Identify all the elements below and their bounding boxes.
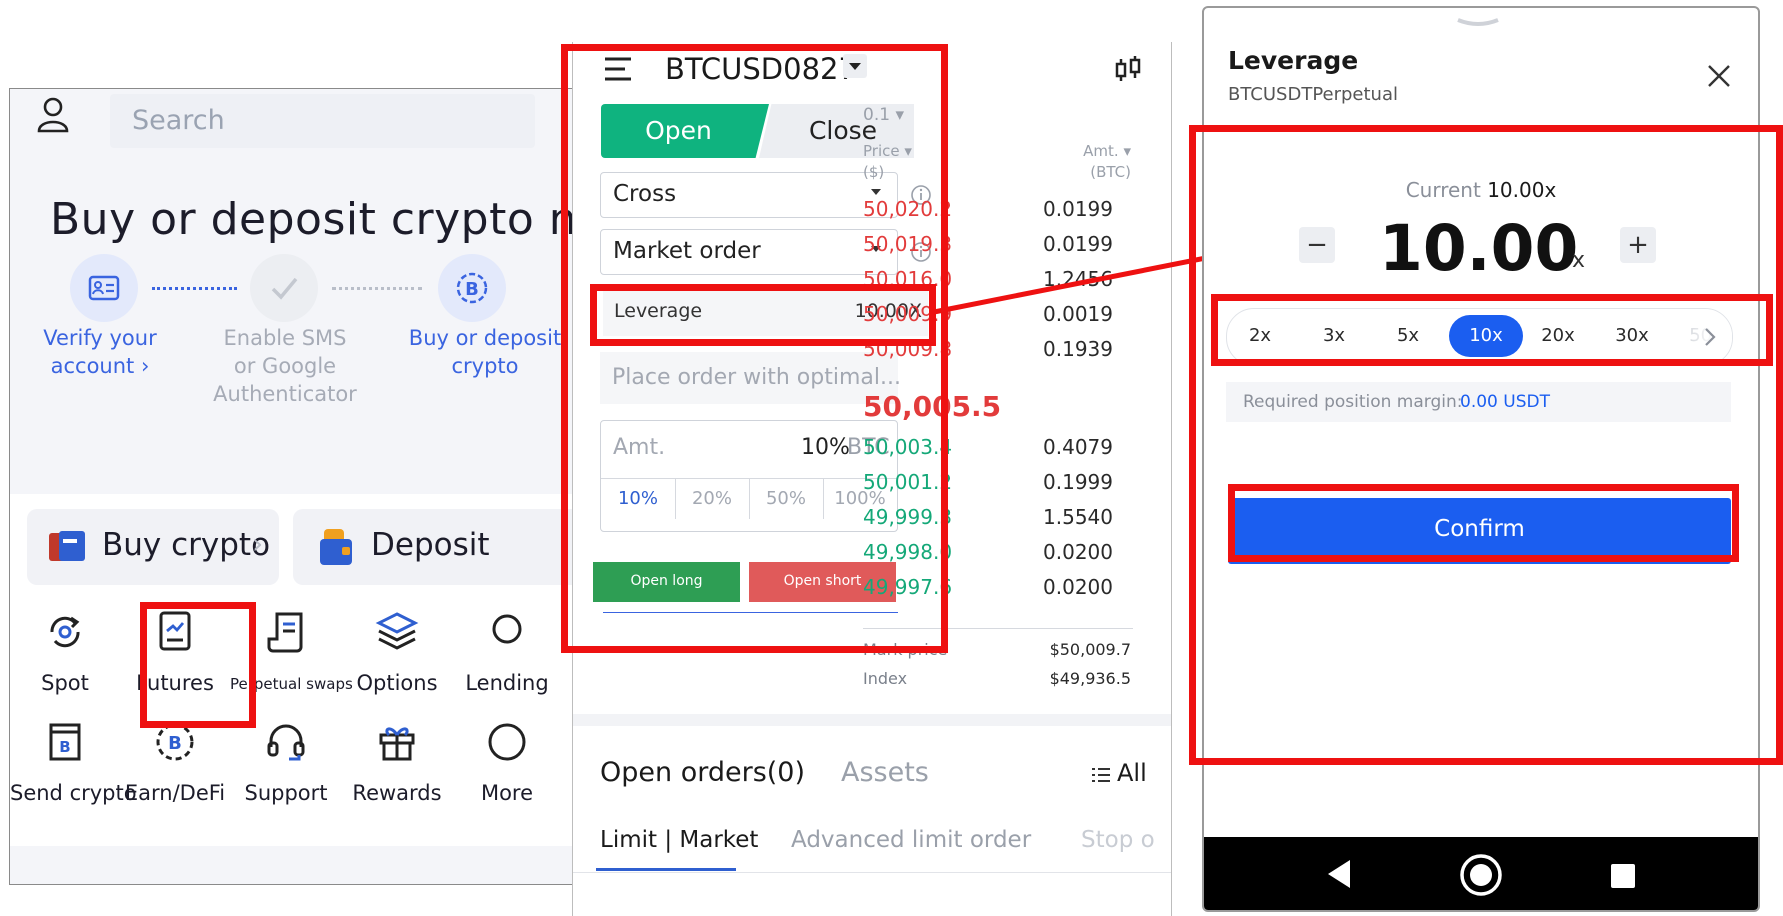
more-icon bbox=[488, 723, 526, 761]
android-nav-bar bbox=[1204, 837, 1758, 910]
earn-defi-shortcut[interactable]: B Earn/DeFi bbox=[120, 719, 230, 819]
search-input[interactable]: Search bbox=[110, 94, 535, 148]
home-lower-section: Buy crypto › Deposit Spot Futures Perpet… bbox=[10, 494, 578, 884]
home-screen: Search Buy or deposit crypto now B Verif… bbox=[9, 88, 579, 885]
more-shortcut[interactable]: More bbox=[452, 719, 562, 819]
spot-label: Spot bbox=[41, 671, 89, 695]
lending-icon bbox=[492, 614, 522, 644]
send-crypto-icon: B bbox=[49, 723, 81, 761]
support-label: Support bbox=[244, 781, 328, 805]
subtab-advanced-limit[interactable]: Advanced limit order bbox=[791, 827, 1031, 853]
svg-text:B: B bbox=[465, 279, 479, 300]
leverage-options-highlight bbox=[1211, 294, 1773, 366]
buy-deposit-label[interactable]: Buy or deposit crypto bbox=[400, 324, 570, 380]
leverage-highlight bbox=[590, 284, 936, 346]
enable-2fa-label: Enable SMS or Google Authenticator bbox=[213, 326, 357, 406]
bid-amount: 0.0200 bbox=[1043, 575, 1113, 599]
back-icon[interactable] bbox=[1324, 857, 1354, 891]
card-icon bbox=[47, 529, 87, 565]
spot-icon bbox=[50, 616, 80, 648]
buy-crypto-label: Buy crypto bbox=[102, 527, 271, 563]
earn-defi-label: Earn/DeFi bbox=[124, 781, 226, 805]
options-shortcut[interactable]: Options bbox=[342, 609, 452, 709]
headset-icon bbox=[267, 724, 305, 761]
candlestick-chart-icon[interactable] bbox=[1113, 54, 1143, 84]
bid-amount: 0.4079 bbox=[1043, 435, 1113, 459]
buy-crypto-button[interactable]: Buy crypto › bbox=[27, 509, 279, 585]
confirm-highlight bbox=[1228, 484, 1739, 562]
futures-highlight bbox=[140, 602, 256, 728]
subtab-active-indicator bbox=[596, 868, 736, 871]
mark-price-value: $50,009.7 bbox=[1049, 640, 1131, 659]
layers-icon bbox=[375, 612, 419, 650]
step-connector bbox=[152, 287, 237, 290]
page-title: Buy or deposit crypto now bbox=[50, 194, 578, 245]
options-label: Options bbox=[356, 671, 438, 695]
subtab-stop[interactable]: Stop o bbox=[1081, 827, 1155, 853]
svg-text:B: B bbox=[168, 733, 182, 754]
tab-open-orders[interactable]: Open orders(0) bbox=[600, 757, 805, 788]
id-card-icon bbox=[88, 275, 120, 301]
svg-text:B: B bbox=[59, 738, 70, 756]
bid-amount: 0.0200 bbox=[1043, 540, 1113, 564]
orderbook-amt-header[interactable]: Amt. ▾ bbox=[1011, 142, 1131, 160]
lending-shortcut[interactable]: Lending bbox=[452, 609, 562, 709]
order-form-highlight bbox=[561, 44, 948, 653]
rewards-label: Rewards bbox=[352, 781, 442, 805]
tab-assets[interactable]: Assets bbox=[841, 757, 929, 788]
filter-all[interactable]: All bbox=[1117, 759, 1147, 787]
index-value: $49,936.5 bbox=[1049, 669, 1131, 688]
close-icon[interactable] bbox=[1706, 63, 1732, 89]
bitcoin-icon: B bbox=[456, 272, 488, 304]
more-label: More bbox=[480, 781, 534, 805]
ask-amount: 0.0199 bbox=[1043, 197, 1113, 221]
orderbook-amt-unit: (BTC) bbox=[1090, 163, 1131, 181]
verify-account-label[interactable]: Verify your account › bbox=[30, 324, 170, 380]
enable-2fa-step[interactable] bbox=[250, 254, 318, 322]
index-label: Index bbox=[863, 669, 908, 688]
list-icon[interactable] bbox=[1091, 766, 1111, 784]
verify-account-step[interactable] bbox=[70, 254, 138, 322]
leverage-panel-highlight bbox=[1189, 125, 1783, 765]
drag-handle-icon[interactable] bbox=[1454, 16, 1502, 28]
step-connector bbox=[332, 287, 422, 290]
spot-shortcut[interactable]: Spot bbox=[10, 609, 120, 709]
buy-deposit-step[interactable]: B bbox=[438, 254, 506, 322]
home-icon[interactable] bbox=[1459, 853, 1503, 897]
deposit-label: Deposit bbox=[371, 527, 490, 563]
send-crypto-shortcut[interactable]: B Send crypto bbox=[10, 719, 137, 819]
home-bottom-divider bbox=[10, 846, 578, 884]
bid-amount: 1.5540 bbox=[1043, 505, 1113, 529]
send-crypto-label: Send crypto bbox=[10, 781, 137, 805]
sheet-subtitle: BTCUSDTPerpetual bbox=[1228, 84, 1398, 105]
support-shortcut[interactable]: Support bbox=[230, 719, 342, 819]
chevron-right-icon: › bbox=[252, 527, 264, 560]
bid-amount: 0.1999 bbox=[1043, 470, 1113, 494]
gift-icon bbox=[379, 727, 415, 761]
ask-amount: 0.1939 bbox=[1043, 337, 1113, 361]
deposit-button[interactable]: Deposit bbox=[293, 509, 578, 585]
sheet-title: Leverage bbox=[1228, 46, 1359, 75]
rewards-shortcut[interactable]: Rewards bbox=[342, 719, 452, 819]
lending-label: Lending bbox=[465, 671, 549, 695]
section-divider bbox=[573, 714, 1171, 726]
recents-icon[interactable] bbox=[1610, 863, 1636, 889]
subtab-divider bbox=[573, 872, 1171, 873]
subtab-limit-market[interactable]: Limit | Market bbox=[600, 827, 758, 853]
check-icon bbox=[271, 277, 298, 300]
profile-icon[interactable] bbox=[36, 97, 70, 133]
wallet-icon bbox=[318, 527, 354, 567]
document-icon bbox=[267, 612, 303, 653]
